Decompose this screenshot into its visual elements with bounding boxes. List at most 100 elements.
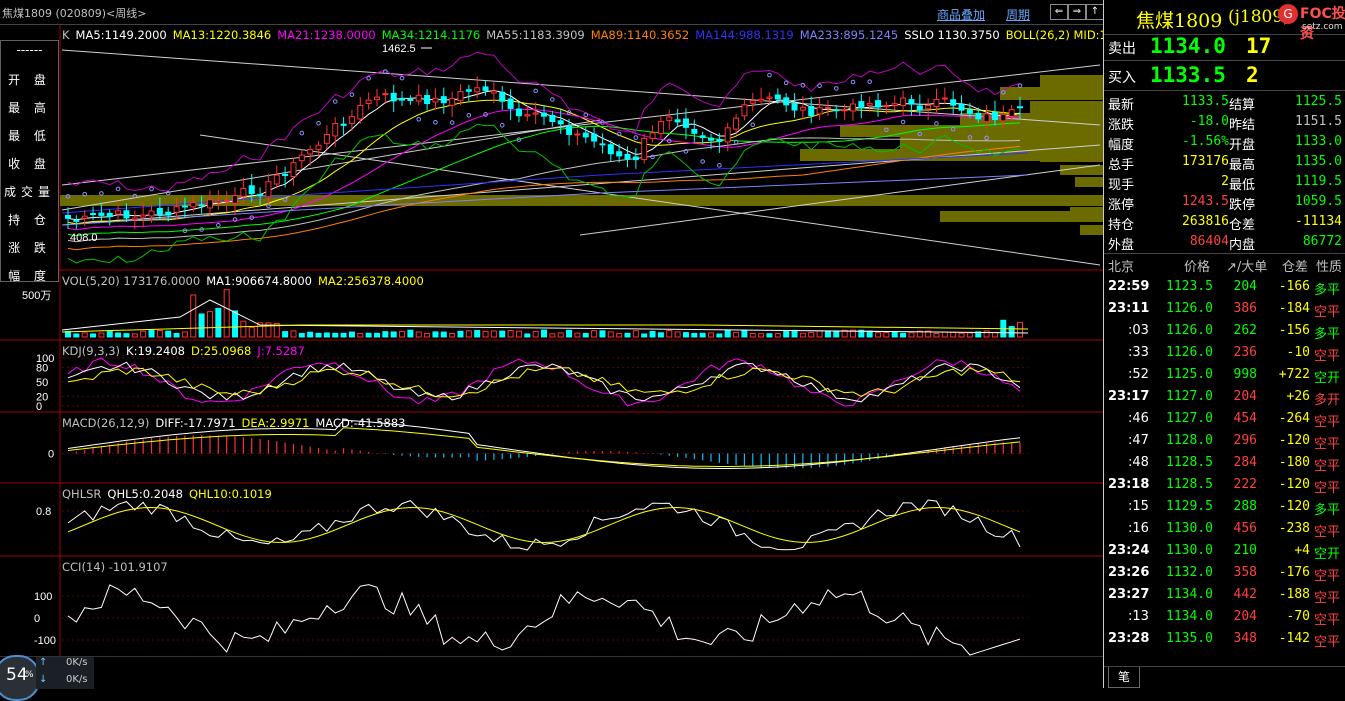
candle-body xyxy=(507,98,514,109)
tick-header-cell: 价格 xyxy=(1184,260,1211,275)
volume-bar xyxy=(173,332,180,338)
candle-body xyxy=(758,98,765,102)
legend-item: J:7.5287 xyxy=(257,344,305,358)
candle-body xyxy=(298,154,305,162)
tick-row[interactable]: :13 1134.0 204 -70 空平 xyxy=(1104,606,1345,628)
candle-body xyxy=(574,133,581,136)
volume-profile-zone xyxy=(1030,101,1103,113)
operation-item[interactable]: ------ xyxy=(1,43,58,57)
sar-dot xyxy=(750,122,756,128)
volume-bar xyxy=(490,330,497,338)
tick-volume: 204 xyxy=(1233,389,1257,404)
sar-dot xyxy=(449,120,455,125)
volume-bar xyxy=(357,333,364,338)
tick-row[interactable]: 23:11 1126.0 386 -184 空平 xyxy=(1104,298,1345,320)
tick-row[interactable]: 23:27 1134.0 442 -188 空平 xyxy=(1104,584,1345,606)
candle-body xyxy=(240,187,247,197)
candle-body xyxy=(674,119,681,123)
candle-body xyxy=(766,96,773,99)
candle-body xyxy=(106,212,113,218)
macd-legend: MACD(26,12,9) DIFF:-17.7971 DEA:2.9971 MACD… xyxy=(62,416,411,430)
tick-time: :52 xyxy=(1128,367,1149,382)
operation-item[interactable]: 最 低 xyxy=(1,127,58,144)
volume-bar xyxy=(591,330,598,338)
volume-bar xyxy=(607,331,614,338)
tick-nature: 空平 xyxy=(1314,305,1341,320)
candle-body xyxy=(223,200,230,203)
qhlsr-axis-label: 0.8 xyxy=(36,506,51,518)
volume-bar xyxy=(666,329,673,338)
tick-list[interactable]: 22:59 1123.5 204 -166 多平 23:11 1126.0 386 -184 空平… xyxy=(1104,276,1345,650)
sar-dot xyxy=(850,79,856,85)
tick-row[interactable]: 23:18 1128.5 222 -120 空平 xyxy=(1104,474,1345,496)
operation-item[interactable]: 收 盘 xyxy=(1,155,58,172)
bid-row: 买入 1133.5 2 xyxy=(1104,62,1345,91)
volume-bar xyxy=(724,329,731,338)
legend-item: MA89:1140.3652 xyxy=(590,28,690,42)
chart-title-bar: 焦煤1809 (020809)<周线> 商品叠加 周期 ⇐ ⇒ ↑ xyxy=(0,0,1104,25)
operation-item[interactable]: 最 高 xyxy=(1,99,58,116)
candle-body xyxy=(958,103,965,111)
operation-item[interactable]: 开 盘 xyxy=(1,71,58,88)
candle-body xyxy=(941,97,948,100)
sar-dot xyxy=(533,88,538,94)
candle-body xyxy=(699,135,706,139)
candle-body xyxy=(557,120,564,125)
tick-row[interactable]: :33 1126.0 236 -10 空平 xyxy=(1104,342,1345,364)
cci-axis-label: 100 xyxy=(34,591,52,603)
tick-row[interactable]: :16 1130.0 456 -238 空平 xyxy=(1104,518,1345,540)
tick-oi-change: -238 xyxy=(1278,521,1310,536)
candle-body xyxy=(774,94,781,100)
period-link[interactable]: 周期 xyxy=(1006,6,1030,23)
tab-ticks[interactable]: 笔 xyxy=(1108,667,1140,688)
volume-bar xyxy=(90,333,97,338)
volume-bar xyxy=(73,333,80,338)
tick-row[interactable]: 23:28 1135.0 348 -142 空平 xyxy=(1104,628,1345,650)
candle-body xyxy=(515,108,522,117)
candle-body xyxy=(373,96,380,101)
tick-row[interactable]: :52 1125.0 998 +722 空开 xyxy=(1104,364,1345,386)
stat-row: 现手 2 最低 1119.5 xyxy=(1104,171,1345,193)
tick-oi-change: -70 xyxy=(1286,609,1310,624)
tick-time: 23:27 xyxy=(1108,587,1150,602)
legend-item: MACD(26,12,9) xyxy=(62,416,150,430)
trend-line xyxy=(61,49,1101,126)
tick-row[interactable]: 23:17 1127.0 204 +26 多开 xyxy=(1104,386,1345,408)
tick-row[interactable]: :03 1126.0 262 -156 多平 xyxy=(1104,320,1345,342)
tick-nature: 空开 xyxy=(1314,547,1341,562)
tick-row[interactable]: 22:59 1123.5 204 -166 多平 xyxy=(1104,276,1345,298)
tick-row[interactable]: :48 1128.5 284 -180 空平 xyxy=(1104,452,1345,474)
tick-time: :33 xyxy=(1128,345,1149,360)
nav-left-icon[interactable]: ⇐ xyxy=(1050,4,1068,20)
candle-body xyxy=(599,143,606,146)
volume-bar xyxy=(415,331,422,338)
legend-item: D:25.0968 xyxy=(191,344,252,358)
commodity-overlay-link[interactable]: 商品叠加 xyxy=(937,6,985,23)
operation-item[interactable]: 持 仓 xyxy=(1,211,58,228)
stat-value: 1151.5 xyxy=(1295,114,1342,129)
tick-volume: 442 xyxy=(1233,587,1257,602)
volume-bar xyxy=(390,331,397,338)
candle-body xyxy=(65,214,71,219)
candle-body xyxy=(799,106,806,111)
tick-row[interactable]: :15 1129.5 288 -120 多平 xyxy=(1104,496,1345,518)
nav-right-icon[interactable]: ⇒ xyxy=(1068,4,1086,20)
operation-item[interactable]: 成交量 xyxy=(1,183,58,200)
stat-value: 1135.0 xyxy=(1295,154,1342,169)
volume-bar xyxy=(791,329,798,338)
operation-item[interactable]: 涨 跌 xyxy=(1,239,58,256)
tick-row[interactable]: 23:24 1130.0 210 +4 空开 xyxy=(1104,540,1345,562)
volume-bar xyxy=(1017,321,1023,338)
net-speed-box: ↑ 0K/s ↓ 0K/s xyxy=(36,657,94,689)
nav-up-icon[interactable]: ↑ xyxy=(1086,4,1104,20)
tick-row[interactable]: :46 1127.0 454 -264 空平 xyxy=(1104,408,1345,430)
operation-item[interactable]: 幅 度 xyxy=(1,267,58,284)
volume-bar xyxy=(649,331,656,338)
window-title: 焦煤1809 (020809)<周线> xyxy=(2,7,147,20)
tick-nature: 空平 xyxy=(1314,569,1341,584)
sar-dot xyxy=(366,75,371,81)
tick-row[interactable]: 23:26 1132.0 358 -176 空平 xyxy=(1104,562,1345,584)
tick-row[interactable]: :47 1128.0 296 -120 空平 xyxy=(1104,430,1345,452)
low-price-marker: 408.0 xyxy=(70,232,98,244)
volume-bar xyxy=(373,332,380,338)
